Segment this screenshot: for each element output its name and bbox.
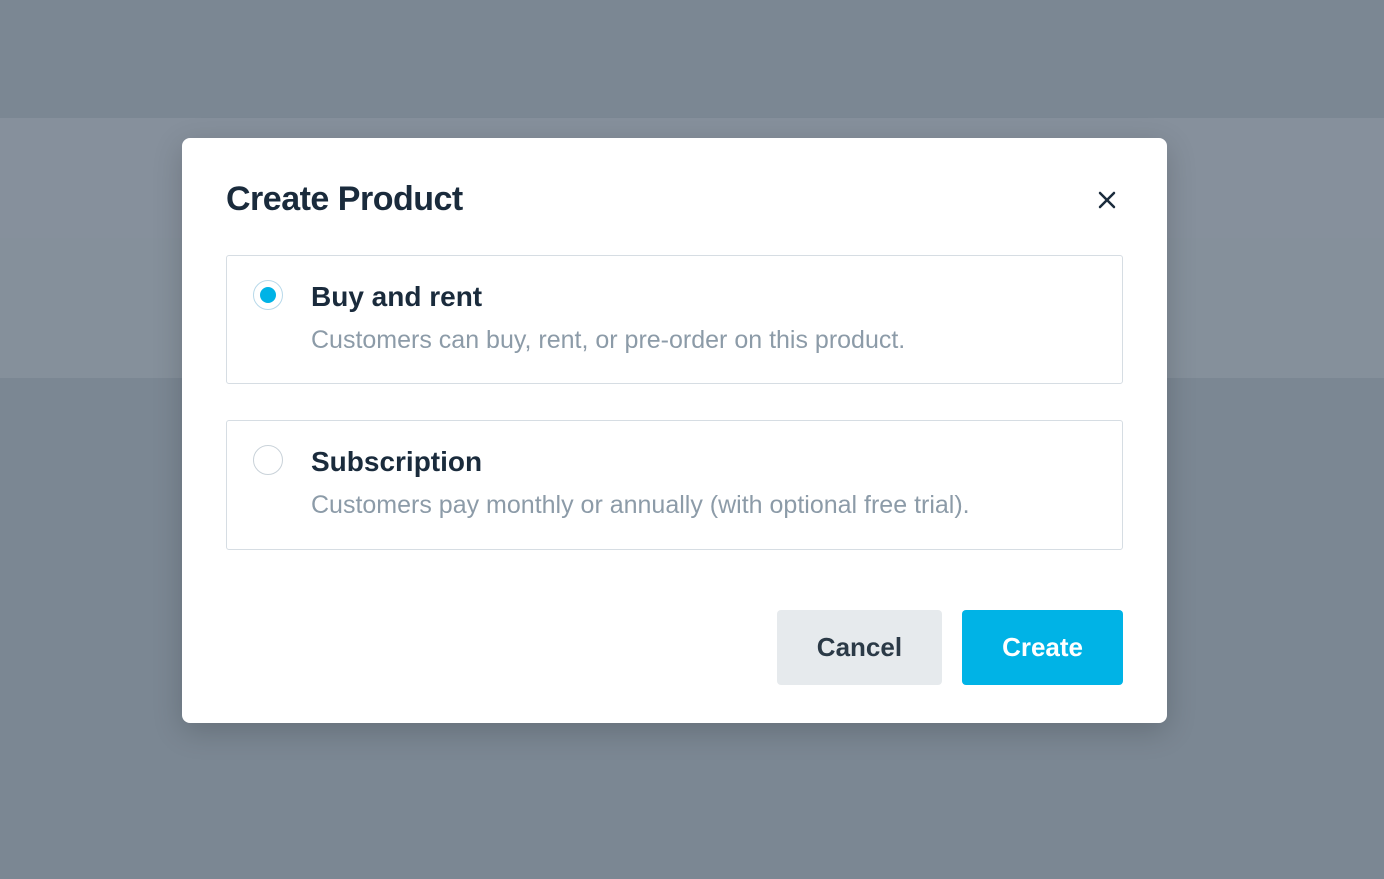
option-title: Subscription [311,445,1096,479]
close-button[interactable] [1091,184,1123,216]
create-button[interactable]: Create [962,610,1123,685]
modal-footer: Cancel Create [226,610,1123,685]
option-description: Customers can buy, rent, or pre-order on… [311,324,1096,358]
option-text: Buy and rent Customers can buy, rent, or… [311,280,1096,357]
radio-buy-and-rent[interactable] [253,280,283,310]
radio-subscription[interactable] [253,445,283,475]
modal-title: Create Product [226,180,463,219]
option-buy-and-rent[interactable]: Buy and rent Customers can buy, rent, or… [226,255,1123,384]
option-text: Subscription Customers pay monthly or an… [311,445,1096,522]
close-icon [1095,188,1119,212]
modal-header: Create Product [226,180,1123,219]
option-description: Customers pay monthly or annually (with … [311,489,1096,523]
option-title: Buy and rent [311,280,1096,314]
option-subscription[interactable]: Subscription Customers pay monthly or an… [226,420,1123,549]
create-product-modal: Create Product Buy and rent Customers ca… [182,138,1167,723]
cancel-button[interactable]: Cancel [777,610,942,685]
